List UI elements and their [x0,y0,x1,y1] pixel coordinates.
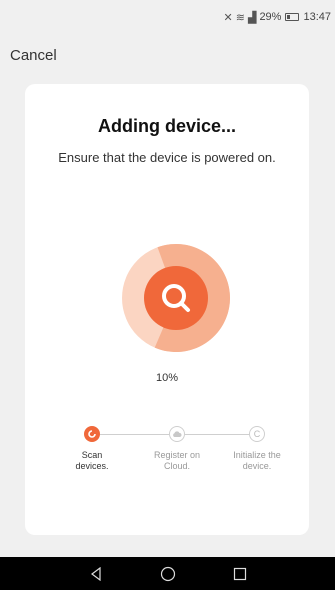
status-bar: ✕ ≋ ▟ 29% 13:47 [0,0,335,34]
step-connector [100,434,169,435]
home-circle-icon[interactable] [160,566,176,582]
initialize-icon: C [253,428,261,439]
page-title: Adding device... [97,116,237,136]
step-initialize-label: Initialize the device. [233,450,281,471]
refresh-icon [88,430,96,438]
instruction-text: Ensure that the device is powered on. [58,150,276,165]
battery-icon [285,13,300,21]
wifi-icon: ≋ [235,11,245,24]
cloud-icon [173,431,182,437]
step-scan-label: Scan devices. [75,450,109,471]
step-register-label: Register on Cloud. [153,450,201,471]
progress-ring [122,244,230,352]
system-navigation-bar [0,557,335,590]
clock: 13:47 [303,11,331,23]
back-triangle-icon[interactable] [89,566,103,581]
step-scan-dot [84,426,100,442]
cancel-button[interactable]: Cancel [10,47,57,64]
step-register-dot [169,426,185,442]
progress-ring-center [144,266,208,330]
recent-square-icon[interactable] [233,567,247,581]
progress-percent: 10% [155,372,179,384]
mute-icon: ✕ [223,11,233,24]
signal-icon: ▟ [247,11,257,24]
progress-steps: C Scan devices. Register on Cloud. Initial… [25,426,309,486]
battery-percent: 29% [259,11,282,23]
step-initialize-dot: C [249,426,265,442]
adding-device-card: Adding device... Ensure that the device … [25,84,309,535]
step-connector [185,434,257,435]
